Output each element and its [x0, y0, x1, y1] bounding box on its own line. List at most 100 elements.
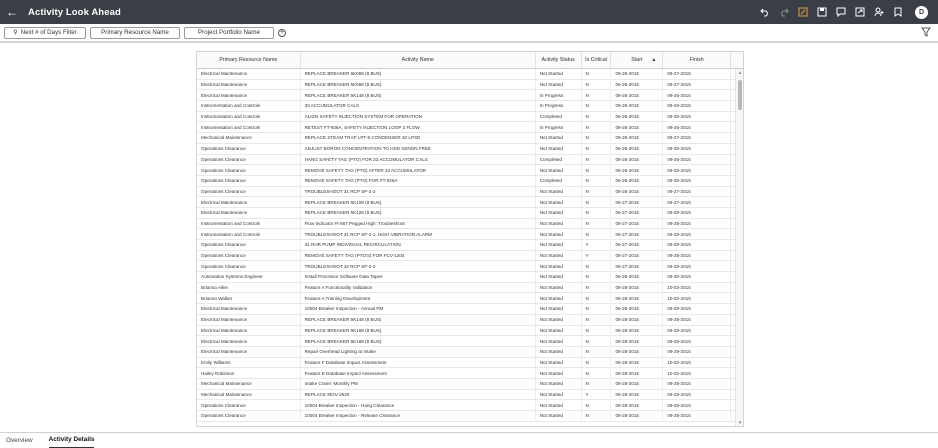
add-filter-button[interactable]: + [278, 28, 286, 37]
activity-cell: REPLACE BREAKER 5K188 (8 BUS) [301, 336, 536, 346]
status-cell: Not Started [536, 165, 582, 175]
activity-cell: REPLACE BREAKER 5K068 (8 BUS) [301, 79, 536, 90]
critical-cell: N [582, 282, 612, 293]
table-row[interactable]: Mechanical Maintenance REPLACE MOV-2530 No… [197, 389, 743, 401]
table-row[interactable]: Electrical Maintenance 10004 Breaker Insp… [197, 304, 743, 315]
table-row[interactable]: Hailey Robinson Feature E Database Impact… [197, 368, 743, 379]
start-cell: 09-27-2015 [611, 197, 664, 207]
resource-cell: Electrical Maintenance [197, 207, 301, 218]
app-header: ← Activity Look Ahead D [0, 0, 938, 24]
resource-cell: Electrical Maintenance [197, 314, 301, 325]
back-arrow-icon[interactable]: ← [2, 0, 22, 24]
table-row[interactable]: Operations Clearance REMOVE SAFETY TAG (P… [197, 250, 743, 262]
tab-activity-details[interactable]: Activity Details [48, 433, 95, 448]
table-row[interactable]: Mechanical Maintenance Intake Crane: Mont… [197, 378, 743, 390]
scroll-up-icon[interactable]: ▲ [736, 69, 743, 76]
resource-filter-chip[interactable]: Primary Resource Name [90, 26, 180, 39]
start-cell: 09-28-2015 [611, 314, 664, 325]
bookmark-icon[interactable] [888, 0, 907, 24]
status-cell: In Progress [536, 101, 582, 111]
scroll-down-icon[interactable]: ▼ [736, 419, 743, 426]
table-row[interactable]: Instrumentation and Controls TROUBLESHOOT… [197, 229, 743, 240]
finish-cell: 09-27-2015 [663, 197, 732, 207]
activity-cell: HANG SAFETY TAG (PTO) FOR 33 ACCUMULATOR… [301, 154, 536, 165]
critical-cell: N [582, 368, 612, 378]
table-row[interactable]: Instrumentation and Controls RETEST FT-92… [197, 122, 743, 134]
user-add-icon[interactable] [869, 0, 888, 24]
status-cell: Not Started [536, 197, 582, 207]
avatar[interactable]: D [915, 5, 928, 19]
finish-cell: 09-28-2015 [663, 304, 732, 314]
resource-cell: Mechanical Maintenance [197, 389, 301, 400]
comment-icon[interactable] [831, 0, 850, 24]
table-row[interactable]: Operations Clearance TROUBLESHOOT 32 RCP … [197, 261, 743, 273]
save-icon[interactable] [812, 0, 831, 24]
critical-cell: N [582, 336, 612, 346]
table-row[interactable]: Electrical Maintenance REPLACE BREAKER 5K… [197, 207, 743, 219]
critical-cell: N [582, 272, 612, 282]
redo-icon[interactable] [774, 0, 793, 24]
table-row[interactable]: Operations Clearance TROUBLESHOOT 31 RCP … [197, 186, 743, 198]
undo-icon[interactable] [755, 0, 774, 24]
table-row[interactable]: Electrical Maintenance REPLACE BREAKER 5K… [197, 314, 743, 326]
status-cell: Not Started [536, 314, 582, 325]
activity-cell: 10004 Breaker Inspection - Annual PM [301, 304, 536, 314]
column-header-status[interactable]: Activity Status [536, 52, 582, 68]
column-header-resource[interactable]: Primary Resource Name [197, 52, 301, 68]
start-cell: 09-28-2015 [611, 282, 664, 293]
table-row[interactable]: Electrical Maintenance REPLACE BREAKER 5K… [197, 69, 743, 80]
column-header-finish[interactable]: Finish [663, 52, 732, 68]
table-row[interactable]: Instrumentation and Controls ALIGN SAFETY… [197, 111, 743, 123]
critical-cell: N [582, 411, 612, 421]
days-filter-chip[interactable]: ⚲ Next # of Days Filter [4, 26, 86, 39]
table-row[interactable]: Electrical Maintenance Repair Overhead Li… [197, 346, 743, 358]
activity-cell: REPLACE BREAKER 5K108 (8 BUS) [301, 197, 536, 207]
edit-icon[interactable] [793, 0, 812, 24]
column-header-critical[interactable]: Is Critical [582, 52, 612, 68]
table-row[interactable]: Operations Clearance REMOVE SAFETY TAG (P… [197, 175, 743, 187]
column-header-activity[interactable]: Activity Name [301, 52, 536, 68]
table-row[interactable]: Operations Clearance HANG SAFETY TAG (PTO… [197, 154, 743, 166]
table-row[interactable]: Operations Clearance 31 RHR PUMP INDIVIDU… [197, 240, 743, 251]
table-row[interactable]: Electrical Maintenance REPLACE BREAKER 5K… [197, 197, 743, 208]
start-cell: 09-27-2015 [611, 229, 664, 239]
critical-cell: N [582, 229, 612, 239]
table-row[interactable]: Automation Systems Engineer Install Proce… [197, 272, 743, 283]
table-row[interactable]: Electrical Maintenance REPLACE BREAKER 5K… [197, 325, 743, 337]
activity-cell: ADJUST BORON CONCENTRATION TO HSD XENON … [301, 143, 536, 154]
table-row[interactable]: Instrumentation and Controls 33 ACCUMULAT… [197, 101, 743, 112]
table-row[interactable]: Electrical Maintenance REPLACE BREAKER 5K… [197, 90, 743, 102]
status-cell: Not Started [536, 368, 582, 378]
table-row[interactable]: Emily Williams Feature F Database Impact … [197, 357, 743, 369]
share-icon[interactable] [850, 0, 869, 24]
finish-cell: 09-27-2015 [663, 133, 732, 143]
table-row[interactable]: Brianna Walker Feature A Training Develop… [197, 293, 743, 305]
critical-cell: N [582, 207, 612, 218]
vertical-scrollbar[interactable]: ▲ ▼ [735, 69, 743, 426]
start-cell: 09-26-2015 [611, 122, 664, 133]
table-row[interactable]: Operations Clearance REMOVE SAFETY TAG (P… [197, 165, 743, 176]
table-row[interactable]: Operations Clearance 10004 Breaker Inspec… [197, 411, 743, 422]
critical-cell: N [582, 143, 612, 154]
filter-icon[interactable] [921, 27, 931, 37]
table-row[interactable]: Electrical Maintenance REPLACE BREAKER 5K… [197, 79, 743, 91]
portfolio-filter-chip[interactable]: Project Portfolio Name [184, 26, 274, 39]
table-row[interactable]: Electrical Maintenance REPLACE BREAKER 5K… [197, 336, 743, 347]
tab-overview[interactable]: Overview [6, 433, 33, 448]
status-cell: Not Started [536, 389, 582, 400]
table-row[interactable]: Mechanical Maintenance REPLACE STEAM TRAP… [197, 133, 743, 144]
activity-cell: Intake Crane: Monthly PM [301, 378, 536, 389]
table-row[interactable]: Operations Clearance ADJUST BORON CONCENT… [197, 143, 743, 155]
status-cell: Not Started [536, 357, 582, 368]
start-cell: 09-26-2015 [611, 175, 664, 186]
table-row[interactable]: Operations Clearance 10004 Breaker Inspec… [197, 400, 743, 411]
table-row[interactable]: Brianna Allen Feature A Functionality Val… [197, 282, 743, 294]
scroll-thumb[interactable] [738, 80, 742, 110]
critical-cell: N [582, 186, 612, 197]
finish-cell: 10-02-2015 [663, 368, 732, 378]
days-filter-label: Next # of Days Filter [20, 29, 77, 36]
finish-cell: 09-28-2015 [663, 218, 732, 229]
column-header-start[interactable]: Start ▲ [611, 52, 664, 68]
critical-cell: N [582, 325, 612, 336]
table-row[interactable]: Instrumentation and Controls Flow Indicat… [197, 218, 743, 230]
